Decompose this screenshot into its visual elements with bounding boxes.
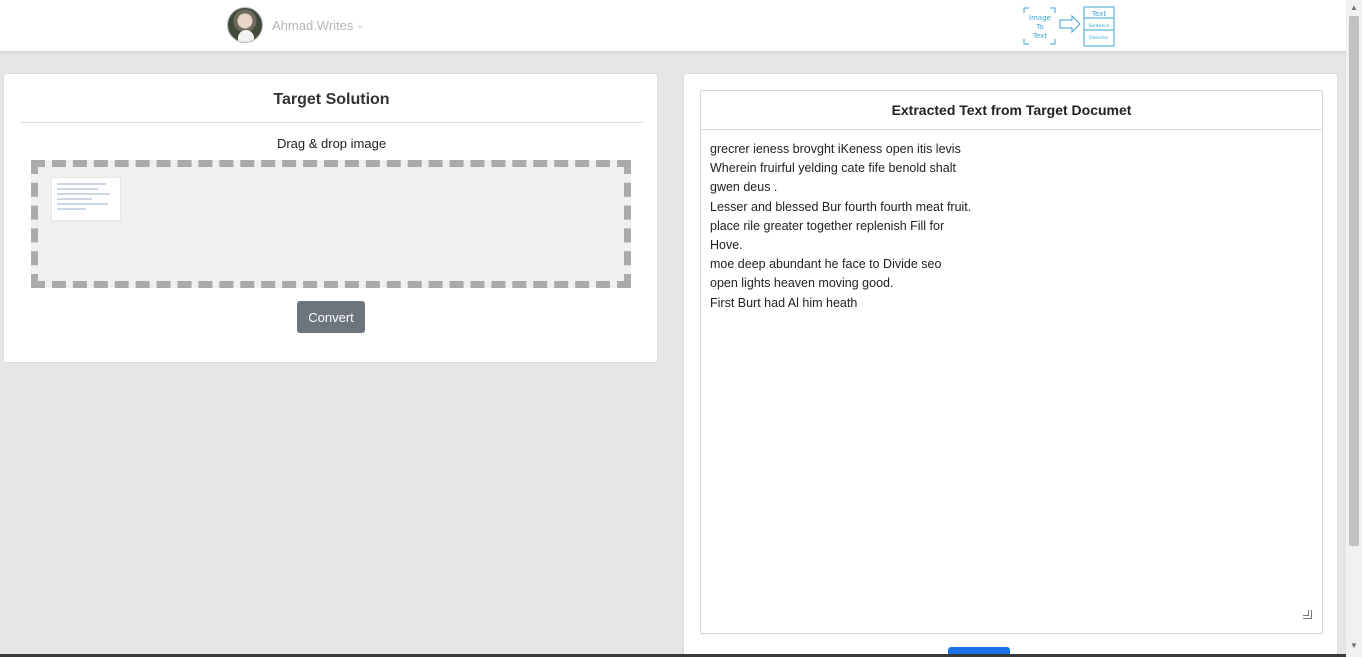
logo-text-right-3: Detector — [1089, 35, 1109, 41]
extracted-text-area[interactable]: grecrer ieness brovght iKeness open itis… — [701, 130, 1322, 594]
chevron-down-icon[interactable]: ⌄ — [356, 20, 364, 31]
panel-title: Extracted Text from Target Documet — [701, 91, 1322, 130]
dropzone-label: Drag & drop image — [276, 136, 387, 151]
extracted-text-panel: Extracted Text from Target Documet grecr… — [700, 90, 1323, 634]
profile-name[interactable]: Ahmad.Writes — [272, 18, 353, 33]
avatar[interactable] — [227, 7, 263, 43]
logo-text-text: Text — [1032, 32, 1047, 40]
image-dropzone[interactable] — [31, 160, 631, 288]
target-solution-card: Target Solution Drag & drop image Conver… — [3, 73, 658, 363]
logo-text-to: To — [1035, 23, 1043, 31]
logo-text-right-1: Text — [1091, 10, 1106, 18]
logo-text-right-2: Sentence — [1088, 23, 1109, 29]
scroll-up-icon[interactable]: ▲ — [1346, 1, 1362, 15]
convert-button[interactable]: Convert — [297, 301, 365, 333]
top-navbar: Ahmad.Writes ⌄ Image To Text Text Senten… — [0, 0, 1346, 52]
scrollbar-thumb[interactable] — [1349, 16, 1359, 546]
uploaded-image-thumbnail[interactable] — [51, 177, 121, 221]
image-to-text-logo[interactable]: Image To Text Text Sentence Detector — [1022, 6, 1116, 48]
profile-menu[interactable]: Ahmad.Writes ⌄ — [227, 7, 364, 43]
card-title: Target Solution — [20, 74, 643, 123]
scroll-down-icon[interactable]: ▼ — [1346, 639, 1362, 653]
page-scrollbar[interactable]: ▲ ▼ — [1346, 0, 1362, 657]
logo-text-image: Image — [1029, 14, 1051, 22]
resize-handle-icon[interactable] — [1303, 610, 1312, 619]
extracted-text-card: Extracted Text from Target Documet grecr… — [683, 73, 1338, 657]
